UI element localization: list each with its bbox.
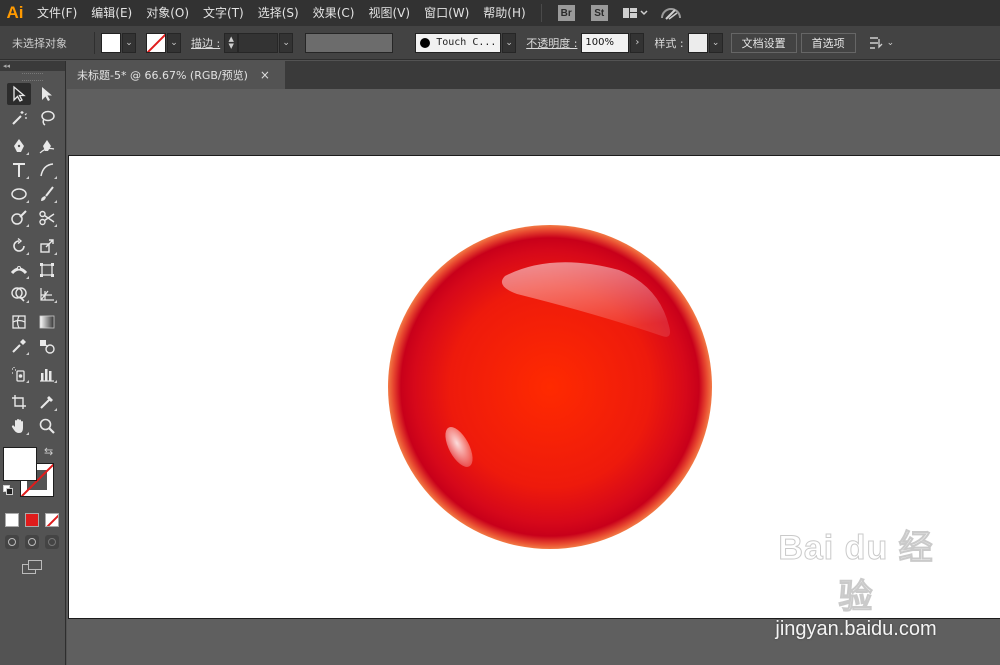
line-segment-tool-icon[interactable] xyxy=(35,159,59,181)
mesh-tool-icon[interactable] xyxy=(7,311,31,333)
stroke-weight-spinner-icon[interactable]: ▲ ▼ xyxy=(224,32,239,53)
draw-normal-icon[interactable] xyxy=(5,535,19,549)
symbol-sprayer-tool-icon[interactable] xyxy=(7,363,31,385)
swap-fill-stroke-icon[interactable]: ⇆ xyxy=(44,445,53,458)
column-graph-tool-icon[interactable] xyxy=(35,363,59,385)
ellipse-tool-icon[interactable] xyxy=(7,183,31,205)
canvas-area[interactable]: Bai du 经验 jingyan.baidu.com xyxy=(67,89,1000,665)
shaper-tool-icon[interactable] xyxy=(7,207,31,229)
draw-inside-icon[interactable] xyxy=(45,535,59,549)
artboard-tool-icon[interactable] xyxy=(7,391,31,413)
menu-view[interactable]: 视图(V) xyxy=(361,0,417,26)
perspective-grid-tool-icon[interactable] xyxy=(35,283,59,305)
opacity-label[interactable]: 不透明度 : xyxy=(526,35,577,51)
menu-separator xyxy=(540,4,542,22)
screen-mode-icon[interactable] xyxy=(22,559,44,575)
menu-bar: Ai 文件(F) 编辑(E) 对象(O) 文字(T) 选择(S) 效果(C) 视… xyxy=(0,0,1000,26)
default-fill-stroke-icon[interactable] xyxy=(3,485,13,495)
color-mode-icon[interactable] xyxy=(5,513,19,527)
menu-select[interactable]: 选择(S) xyxy=(251,0,306,26)
menu-help[interactable]: 帮助(H) xyxy=(476,0,532,26)
fill-color-box[interactable] xyxy=(3,447,37,481)
menu-edit[interactable]: 编辑(E) xyxy=(84,0,139,26)
baidu-jingyan-watermark: Bai du 经验 jingyan.baidu.com xyxy=(766,520,946,641)
menu-window[interactable]: 窗口(W) xyxy=(417,0,476,26)
workspace-layout-icon[interactable] xyxy=(622,6,648,20)
style-label: 样式 : xyxy=(654,36,684,50)
selection-tool-icon[interactable] xyxy=(6,83,31,105)
menu-effect[interactable]: 效果(C) xyxy=(306,0,362,26)
eyedropper-tool-icon[interactable] xyxy=(7,335,31,357)
shape-builder-tool-icon[interactable] xyxy=(7,283,31,305)
stroke-swatch[interactable] xyxy=(146,32,166,53)
document-setup-button[interactable]: 文档设置 xyxy=(730,32,797,53)
brush-definition-field[interactable]: Touch C... xyxy=(415,32,502,53)
graphic-style-swatch[interactable] xyxy=(687,32,708,53)
scale-tool-icon[interactable] xyxy=(35,235,59,257)
stock-button[interactable]: St xyxy=(590,5,608,21)
menu-type[interactable]: 文字(T) xyxy=(196,0,251,26)
red-glossy-sphere-artwork[interactable] xyxy=(387,224,713,550)
stroke-weight-dropdown-chevron-icon[interactable]: ⌄ xyxy=(279,32,294,53)
fill-swatch[interactable] xyxy=(101,32,121,53)
app-logo: Ai xyxy=(6,3,24,22)
scissors-tool-icon[interactable] xyxy=(35,207,59,229)
gradient-tool-icon[interactable] xyxy=(35,311,59,333)
control-bar: 未选择对象 ⌄ ⌄ 描边 : ▲ ▼ ⌄ Touch C... ⌄ 不透明度 : … xyxy=(0,26,1000,60)
stroke-dropdown-chevron-icon[interactable]: ⌄ xyxy=(167,32,181,53)
document-tab-title: 未标题-5* @ 66.67% (RGB/预览) xyxy=(77,69,248,82)
document-tab-bar: 未标题-5* @ 66.67% (RGB/预览) × xyxy=(67,61,1000,89)
gpu-performance-icon[interactable] xyxy=(660,5,682,21)
draw-behind-icon[interactable] xyxy=(25,535,39,549)
pen-tool-icon[interactable] xyxy=(7,135,31,157)
fill-stroke-widget: ⇆ xyxy=(0,445,65,507)
stroke-label[interactable]: 描边 : xyxy=(191,35,220,51)
tools-panel-collapse-icon[interactable]: ◂◂ xyxy=(0,61,65,71)
variable-width-profile-field[interactable] xyxy=(305,32,394,53)
blend-tool-icon[interactable] xyxy=(35,335,59,357)
bridge-button[interactable]: Br xyxy=(557,5,575,21)
preferences-button[interactable]: 首选项 xyxy=(800,32,856,53)
close-tab-icon[interactable]: × xyxy=(260,68,270,82)
hand-tool-icon[interactable] xyxy=(7,415,31,437)
slice-tool-icon[interactable] xyxy=(35,391,59,413)
rotate-tool-icon[interactable] xyxy=(7,235,31,257)
document-tab[interactable]: 未标题-5* @ 66.67% (RGB/预览) × xyxy=(67,61,285,89)
brush-dot-icon xyxy=(420,37,431,48)
control-divider xyxy=(94,31,95,54)
paintbrush-tool-icon[interactable] xyxy=(35,183,59,205)
lasso-tool-icon[interactable] xyxy=(35,107,59,129)
opacity-arrow-icon[interactable]: › xyxy=(630,32,645,53)
selection-status: 未选择对象 xyxy=(12,36,67,50)
type-tool-icon[interactable] xyxy=(7,159,31,181)
style-dropdown-chevron-icon[interactable]: ⌄ xyxy=(708,32,723,53)
menu-file[interactable]: 文件(F) xyxy=(30,0,84,26)
gradient-mode-icon[interactable] xyxy=(25,513,39,527)
brush-label: Touch C... xyxy=(436,37,497,48)
zoom-tool-icon[interactable] xyxy=(35,415,59,437)
fill-dropdown-chevron-icon[interactable]: ⌄ xyxy=(122,32,136,53)
free-transform-tool-icon[interactable] xyxy=(35,259,59,281)
brush-dropdown-chevron-icon[interactable]: ⌄ xyxy=(502,32,517,53)
control-bar-menu-icon[interactable]: ⌄ xyxy=(868,36,894,50)
menu-object[interactable]: 对象(O) xyxy=(139,0,196,26)
opacity-input[interactable]: 100% xyxy=(581,32,630,53)
curvature-tool-icon[interactable] xyxy=(35,135,59,157)
stroke-weight-input[interactable] xyxy=(238,32,279,53)
magic-wand-tool-icon[interactable] xyxy=(7,107,31,129)
tools-panel: ◂◂ ⇆ xyxy=(0,61,66,665)
tools-panel-grip[interactable] xyxy=(22,73,43,81)
watermark-logo: Bai du 经验 xyxy=(778,529,934,617)
width-tool-icon[interactable] xyxy=(7,259,31,281)
direct-selection-tool-icon[interactable] xyxy=(35,83,59,105)
watermark-url: jingyan.baidu.com xyxy=(775,618,937,640)
none-mode-icon[interactable] xyxy=(45,513,59,527)
